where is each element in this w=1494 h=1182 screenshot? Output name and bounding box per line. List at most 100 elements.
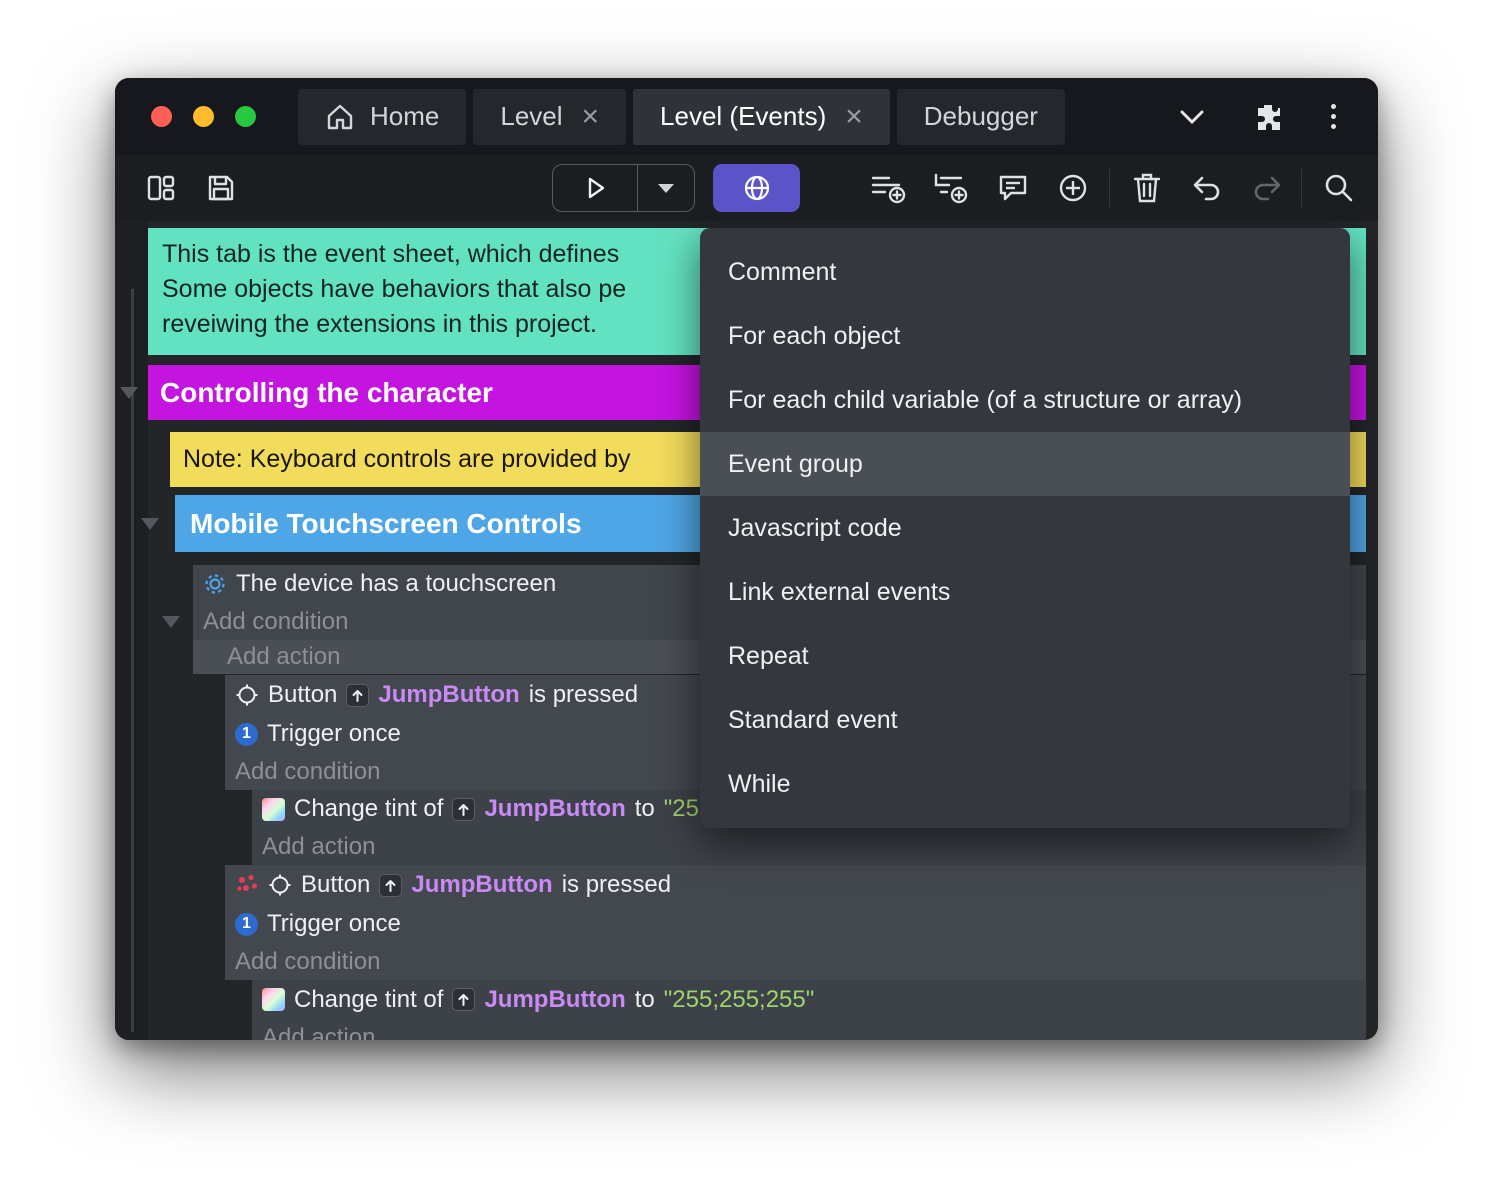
titlebar: Home Level × Level (Events) × Debugger (115, 78, 1378, 155)
menu-item-comment[interactable]: Comment (700, 240, 1350, 304)
preview-over-network-button[interactable] (713, 164, 800, 212)
condition-text: The device has a touchscreen (236, 570, 557, 597)
menu-item-javascript-code[interactable]: Javascript code (700, 496, 1350, 560)
group-title: Controlling the character (160, 376, 493, 408)
play-split-button (552, 164, 695, 212)
action-value: "255;255;255" (663, 985, 815, 1013)
condition-text: is pressed (561, 871, 672, 898)
tab-level-events[interactable]: Level (Events) × (633, 88, 890, 145)
note-text: Note: Keyboard controls are provided by (183, 445, 631, 473)
menu-item-standard-event[interactable]: Standard event (700, 688, 1350, 752)
caret-down-icon (658, 183, 674, 193)
tab-debugger[interactable]: Debugger (896, 88, 1065, 145)
layout-icon (147, 175, 175, 201)
redo-icon (1254, 176, 1281, 201)
trash-icon (1133, 173, 1161, 203)
save-button[interactable] (199, 155, 243, 221)
add-something-button[interactable] (1047, 155, 1099, 221)
add-condition-link[interactable]: Add condition (225, 943, 1366, 980)
add-action-link[interactable]: Add action (252, 1019, 1366, 1040)
jumpbutton-icon (346, 683, 370, 707)
play-icon (588, 177, 605, 199)
scrollbar[interactable] (131, 289, 134, 1032)
add-action-link[interactable]: Add action (252, 828, 1366, 865)
condition-text: Trigger once (267, 720, 401, 747)
globe-icon (744, 175, 769, 201)
play-button[interactable] (553, 165, 638, 211)
condition-text: Trigger once (267, 910, 401, 937)
tab-bar: Home Level × Level (Events) × Debugger (298, 88, 1065, 145)
tab-home[interactable]: Home (298, 88, 467, 145)
undo-icon (1193, 176, 1220, 201)
kebab-menu-icon[interactable] (1331, 104, 1336, 129)
menu-item-for-each-object[interactable]: For each object (700, 304, 1350, 368)
search-button[interactable] (1313, 155, 1365, 221)
app-window: Home Level × Level (Events) × Debugger T… (115, 78, 1378, 1040)
add-subevent-button[interactable] (925, 155, 977, 221)
menu-item-link-external-events[interactable]: Link external events (700, 560, 1350, 624)
titlebar-actions (1179, 102, 1378, 132)
sheet-gutter (115, 221, 148, 1040)
add-event-button[interactable] (863, 155, 915, 221)
tab-label: Home (370, 101, 440, 131)
toolbar (115, 155, 1378, 221)
event-jumpbutton-pressed-2: Button JumpButton is pressed 1 Trigger o… (225, 865, 1366, 980)
tint-icon (262, 797, 285, 821)
zoom-window-button[interactable] (235, 106, 256, 127)
trigger-once-icon: 1 (235, 722, 258, 746)
button-object-icon (235, 683, 259, 707)
event-sheet: This tab is the event sheet, which defin… (115, 221, 1378, 1040)
action-text: to (634, 795, 655, 822)
button-object-icon (268, 873, 292, 897)
action-text: to (634, 985, 655, 1013)
close-tab-icon[interactable]: × (845, 101, 863, 132)
condition-text: Button (301, 871, 371, 898)
tab-label: Debugger (923, 101, 1038, 131)
delete-button[interactable] (1121, 155, 1173, 221)
menu-item-event-group[interactable]: Event group (700, 432, 1350, 496)
object-name: JumpButton (411, 871, 553, 898)
desktop: Home Level × Level (Events) × Debugger T… (0, 0, 1494, 1182)
menu-item-repeat[interactable]: Repeat (700, 624, 1350, 688)
condition-row[interactable]: 1 Trigger once (225, 905, 1366, 943)
tab-level[interactable]: Level × (473, 88, 627, 145)
object-name: JumpButton (484, 985, 626, 1013)
home-icon (325, 103, 355, 131)
condition-text: is pressed (528, 681, 639, 708)
gear-icon (203, 572, 227, 596)
close-tab-icon[interactable]: × (582, 101, 600, 132)
close-window-button[interactable] (151, 106, 172, 127)
chevron-down-icon[interactable] (1179, 109, 1205, 125)
extensions-puzzle-icon[interactable] (1253, 102, 1283, 132)
condition-row[interactable]: Button JumpButton is pressed (225, 865, 1366, 905)
jumpbutton-icon (379, 873, 403, 897)
tint-icon (262, 988, 285, 1011)
multitouch-icon (235, 873, 259, 897)
save-icon (208, 175, 234, 201)
collapse-chevron-icon[interactable] (120, 387, 138, 399)
object-name: JumpButton (378, 681, 520, 708)
add-event-menu: Comment For each object For each child v… (700, 228, 1350, 828)
window-controls (115, 106, 298, 127)
add-comment-button[interactable] (987, 155, 1039, 221)
jumpbutton-icon (452, 988, 476, 1011)
add-subevent-icon (934, 173, 968, 204)
condition-text: Button (268, 681, 338, 708)
action-text: Change tint of (294, 985, 444, 1013)
action-text: Change tint of (294, 795, 444, 822)
layout-button[interactable] (139, 155, 183, 221)
action-row[interactable]: Change tint of JumpButton to "255;255;25… (252, 980, 1366, 1019)
comment-icon (999, 175, 1027, 201)
redo-button[interactable] (1241, 155, 1293, 221)
minimize-window-button[interactable] (193, 106, 214, 127)
action-change-tint-2: Change tint of JumpButton to "255;255;25… (252, 980, 1366, 1040)
jumpbutton-icon (452, 797, 476, 821)
search-icon (1325, 174, 1353, 202)
menu-item-while[interactable]: While (700, 752, 1350, 816)
add-event-icon (871, 176, 906, 204)
menu-item-for-each-child-variable[interactable]: For each child variable (of a structure … (700, 368, 1350, 432)
undo-button[interactable] (1181, 155, 1233, 221)
play-options-dropdown[interactable] (638, 165, 694, 211)
object-name: JumpButton (484, 795, 626, 822)
trigger-once-icon: 1 (235, 912, 258, 936)
